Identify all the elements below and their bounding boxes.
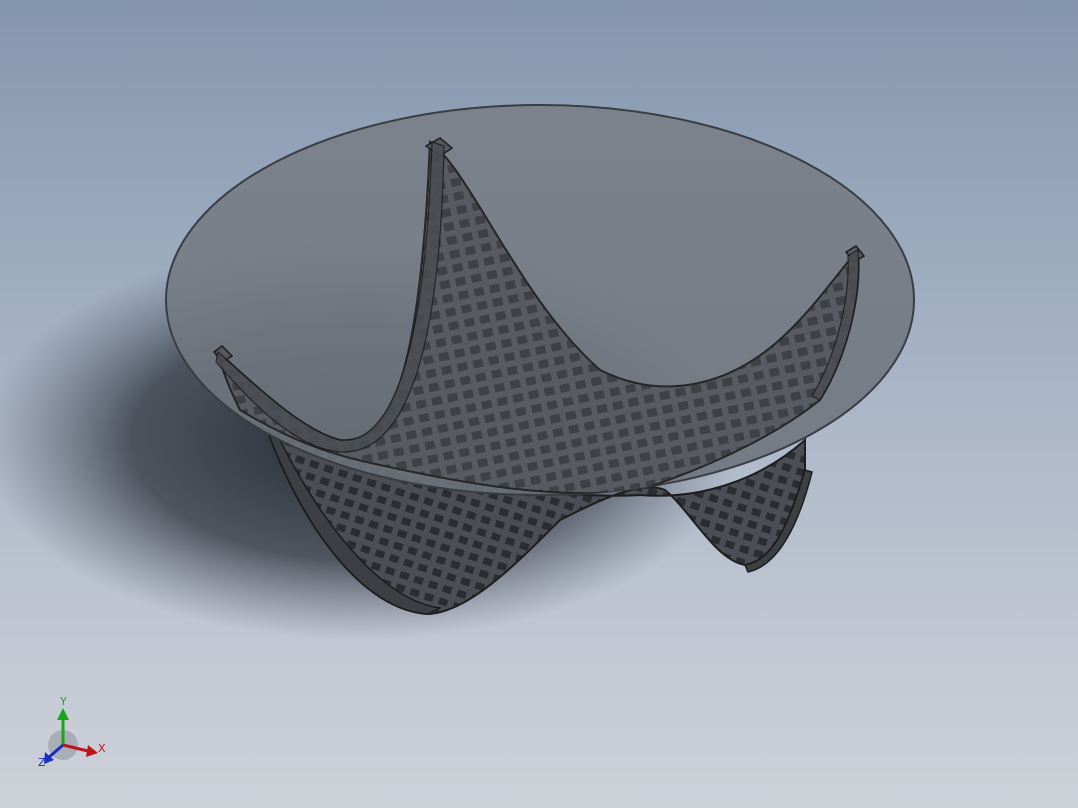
- triad-y-arrow: [57, 708, 69, 720]
- graphics-viewport[interactable]: Y X Z: [0, 0, 1078, 808]
- orientation-triad[interactable]: Y X Z: [36, 690, 116, 770]
- triad-z-label: Z: [38, 756, 46, 769]
- triad-x-label: X: [98, 742, 106, 755]
- triad-x-arrow: [86, 745, 98, 757]
- model-view[interactable]: [0, 0, 1078, 808]
- triad-y-label: Y: [59, 695, 67, 708]
